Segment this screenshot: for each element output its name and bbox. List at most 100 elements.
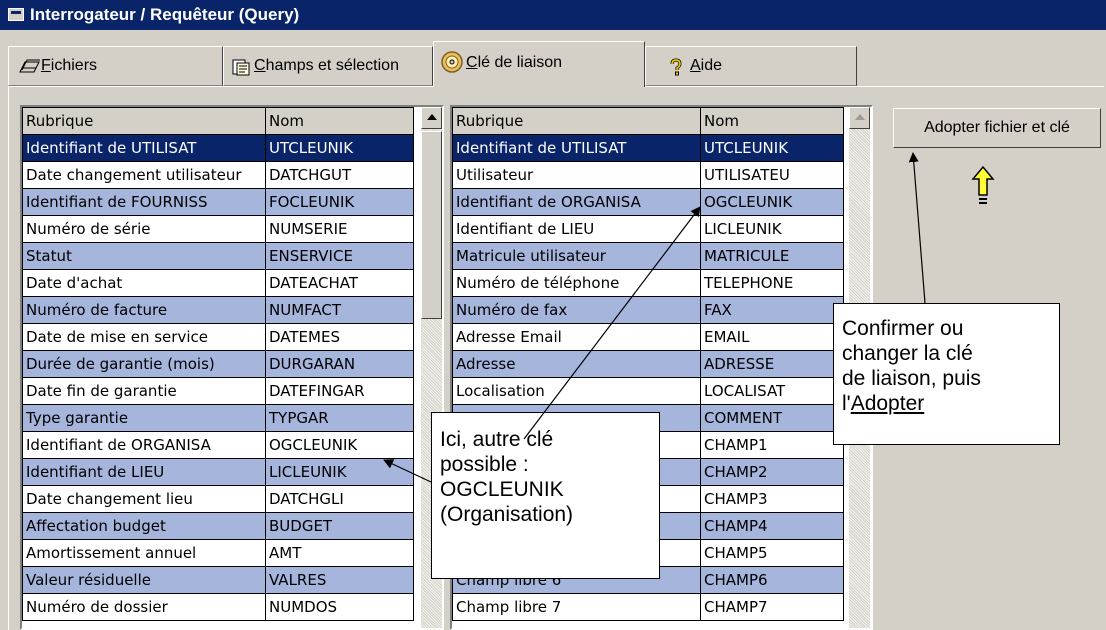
rubrique-cell: Champ libre 7	[452, 593, 701, 621]
files-icon	[19, 58, 41, 79]
nom-cell: DATCHGLI	[265, 485, 414, 513]
table-row[interactable]: Date changement utilisateur DATCHGUT	[22, 161, 414, 189]
rubrique-cell: Identifiant de ORGANISA	[22, 431, 266, 459]
table-row[interactable]: Date changement lieu DATCHGLI	[22, 485, 414, 513]
rubrique-cell: Matricule utilisateur	[452, 242, 701, 270]
table-row[interactable]: Durée de garantie (mois) DURGARAN	[22, 350, 414, 378]
table-row[interactable]: Identifiant de UTILISAT UTCLEUNIK	[452, 134, 844, 162]
rubrique-cell: Identifiant de UTILISAT	[452, 134, 701, 162]
column-header[interactable]: Rubrique	[22, 107, 266, 135]
rubrique-cell: Date de mise en service	[22, 323, 266, 351]
nom-cell: OGCLEUNIK	[700, 188, 844, 216]
nom-cell: CHAMP7	[700, 593, 844, 621]
rubrique-cell: Adresse	[452, 350, 701, 378]
nom-cell: DATEACHAT	[265, 269, 414, 297]
nom-cell: LICLEUNIK	[265, 458, 414, 486]
tab-champs-selection[interactable]: Champs et sélection	[223, 46, 433, 86]
scroll-up-button[interactable]	[849, 107, 870, 129]
callout-line: Ici, autre clé	[440, 428, 554, 451]
grid-header-row: Rubrique Nom	[22, 107, 414, 135]
nom-cell: ADRESSE	[700, 350, 844, 378]
table-row[interactable]: Champ libre 7 CHAMP7	[452, 593, 844, 621]
tab-aide[interactable]: Aide	[645, 46, 857, 86]
help-icon	[668, 58, 684, 81]
callout-line: possible :	[440, 453, 529, 476]
rubrique-cell: Utilisateur	[452, 161, 701, 189]
table-row[interactable]: Valeur résiduelle VALRES	[22, 566, 414, 594]
table-row[interactable]: Localisation LOCALISAT	[452, 377, 844, 405]
table-row[interactable]: Amortissement annuel AMT	[22, 539, 414, 567]
table-row[interactable]: Numéro de dossier NUMDOS	[22, 593, 414, 621]
table-row[interactable]: Numéro de téléphone TELEPHONE	[452, 269, 844, 297]
adopt-file-and-key-button[interactable]: Adopter fichier et clé	[893, 108, 1101, 148]
title-bar: Interrogateur / Requêteur (Query)	[0, 0, 1106, 30]
window-icon	[8, 8, 24, 21]
table-row[interactable]: Identifiant de LIEU LICLEUNIK	[452, 215, 844, 243]
callout-confirm-key: Confirmer ou changer la clé de liaison, …	[833, 303, 1060, 445]
table-row[interactable]: Utilisateur UTILISATEU	[452, 161, 844, 189]
nom-cell: FAX	[700, 296, 844, 324]
nom-cell: DURGARAN	[265, 350, 414, 378]
nom-cell: CHAMP3	[700, 485, 844, 513]
table-row[interactable]: Matricule utilisateur MATRICULE	[452, 242, 844, 270]
table-row[interactable]: Type garantie TYPGAR	[22, 404, 414, 432]
table-row[interactable]: Adresse Email EMAIL	[452, 323, 844, 351]
nom-cell: EMAIL	[700, 323, 844, 351]
tab-label: Aide	[690, 57, 723, 74]
column-header[interactable]: Nom	[700, 107, 844, 135]
rubrique-cell: Type garantie	[22, 404, 266, 432]
table-row[interactable]: Date fin de garantie DATEFINGAR	[22, 377, 414, 405]
callout-line: (Organisation)	[440, 503, 574, 526]
callout-line: l'Adopter	[842, 392, 925, 415]
nom-cell: NUMDOS	[265, 593, 414, 621]
table-row[interactable]: Date d'achat DATEACHAT	[22, 269, 414, 297]
nom-cell: NUMFACT	[265, 296, 414, 324]
nom-cell: NUMSERIE	[265, 215, 414, 243]
scroll-up-button[interactable]	[421, 107, 442, 129]
rubrique-cell: Identifiant de ORGANISA	[452, 188, 701, 216]
scroll-thumb[interactable]	[421, 131, 442, 319]
table-row[interactable]: Numéro de fax FAX	[452, 296, 844, 324]
callout-line: de liaison, puis	[842, 367, 981, 390]
table-row[interactable]: Identifiant de FOURNISS FOCLEUNIK	[22, 188, 414, 216]
nom-cell: MATRICULE	[700, 242, 844, 270]
nom-cell: CHAMP1	[700, 431, 844, 459]
table-row[interactable]: Date de mise en service DATEMES	[22, 323, 414, 351]
column-header[interactable]: Rubrique	[452, 107, 701, 135]
left-fields-grid[interactable]: Rubrique Nom Identifiant de UTILISAT UTCLEU…	[20, 105, 444, 630]
callout-line: Confirmer ou	[842, 317, 964, 340]
nom-cell: DATCHGUT	[265, 161, 414, 189]
rubrique-cell: Date fin de garantie	[22, 377, 266, 405]
callout-other-key: Ici, autre clé possible : OGCLEUNIK (Org…	[431, 412, 660, 579]
nom-cell: BUDGET	[265, 512, 414, 540]
nom-cell: CHAMP2	[700, 458, 844, 486]
nom-cell: CHAMP6	[700, 566, 844, 594]
column-header[interactable]: Nom	[265, 107, 414, 135]
rubrique-cell: Identifiant de FOURNISS	[22, 188, 266, 216]
nom-cell: TELEPHONE	[700, 269, 844, 297]
table-row[interactable]: Statut ENSERVICE	[22, 242, 414, 270]
nom-cell: AMT	[265, 539, 414, 567]
rubrique-cell: Identifiant de LIEU	[22, 458, 266, 486]
nom-cell: OGCLEUNIK	[265, 431, 414, 459]
callout-line: OGCLEUNIK	[440, 478, 564, 501]
nom-cell: COMMENT	[700, 404, 844, 432]
nom-cell: DATEFINGAR	[265, 377, 414, 405]
table-row[interactable]: Identifiant de ORGANISA OGCLEUNIK	[22, 431, 414, 459]
tab-cle-de-liaison[interactable]: Clé de liaison	[433, 41, 645, 87]
table-row[interactable]: Affectation budget BUDGET	[22, 512, 414, 540]
table-row[interactable]: Adresse ADRESSE	[452, 350, 844, 378]
tab-label: Clé de liaison	[466, 54, 563, 71]
tab-fichiers[interactable]: Fichiers	[8, 46, 223, 86]
table-row[interactable]: Identifiant de ORGANISA OGCLEUNIK	[452, 188, 844, 216]
table-row[interactable]: Numéro de série NUMSERIE	[22, 215, 414, 243]
adopter-link[interactable]: Adopter	[851, 392, 925, 415]
table-row[interactable]: Numéro de facture NUMFACT	[22, 296, 414, 324]
disc-icon	[440, 50, 464, 79]
table-row[interactable]: Identifiant de LIEU LICLEUNIK	[22, 458, 414, 486]
nom-cell: CHAMP4	[700, 512, 844, 540]
table-row[interactable]: Identifiant de UTILISAT UTCLEUNIK	[22, 134, 414, 162]
nom-cell: ENSERVICE	[265, 242, 414, 270]
rubrique-cell: Numéro de série	[22, 215, 266, 243]
nom-cell: UTCLEUNIK	[265, 134, 414, 162]
